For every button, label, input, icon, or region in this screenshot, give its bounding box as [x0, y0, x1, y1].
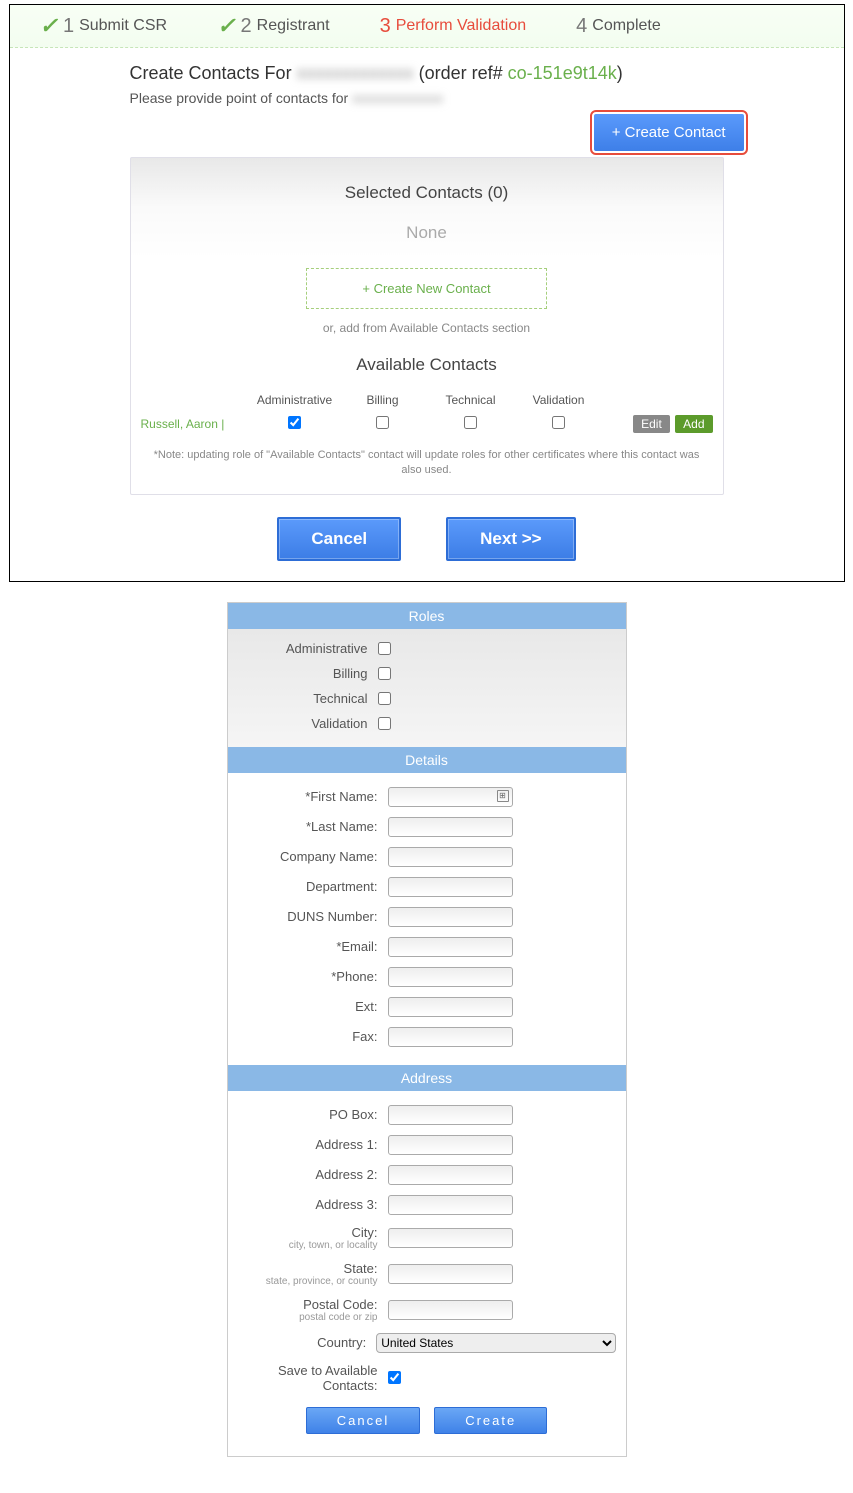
create-new-contact-button[interactable]: + Create New Contact	[306, 268, 546, 309]
check-icon: ✓	[40, 13, 58, 39]
role-technical-label: Technical	[228, 691, 378, 706]
department-field[interactable]	[388, 877, 513, 897]
technical-checkbox[interactable]	[464, 416, 477, 429]
available-contacts-heading: Available Contacts	[141, 355, 713, 375]
step-submit-csr: ✓1 Submit CSR	[40, 13, 168, 39]
last-name-field[interactable]	[388, 817, 513, 837]
admin-checkbox[interactable]	[288, 416, 301, 429]
none-text: None	[141, 223, 713, 243]
postal-code-field[interactable]	[388, 1300, 513, 1320]
create-contact-button[interactable]: + Create Contact	[594, 114, 744, 151]
validation-checkbox[interactable]	[552, 416, 565, 429]
po-box-field[interactable]	[388, 1105, 513, 1125]
address3-field[interactable]	[388, 1195, 513, 1215]
form-cancel-button[interactable]: Cancel	[306, 1407, 420, 1434]
contacts-panel: Selected Contacts (0) None + Create New …	[130, 157, 724, 495]
roles-header: Roles	[228, 603, 626, 629]
contact-row: Russell, Aaron | Edit Add	[141, 415, 713, 433]
state-field[interactable]	[388, 1264, 513, 1284]
address-header: Address	[228, 1065, 626, 1091]
city-field[interactable]	[388, 1228, 513, 1248]
contact-card-icon: ⊞	[497, 790, 509, 802]
form-create-button[interactable]: Create	[434, 1407, 547, 1434]
or-text: or, add from Available Contacts section	[141, 321, 713, 335]
save-to-available-checkbox[interactable]	[388, 1371, 401, 1384]
page-subtitle: Please provide point of contacts for xxx…	[130, 90, 724, 106]
ext-field[interactable]	[388, 997, 513, 1017]
note-text: *Note: updating role of "Available Conta…	[141, 448, 713, 479]
contact-name[interactable]: Russell, Aaron |	[141, 417, 251, 431]
fax-field[interactable]	[388, 1027, 513, 1047]
step-registrant: ✓2 Registrant	[217, 13, 329, 39]
email-field[interactable]	[388, 937, 513, 957]
col-technical: Technical	[427, 393, 515, 407]
selected-contacts-heading: Selected Contacts (0)	[141, 183, 713, 203]
phone-field[interactable]	[388, 967, 513, 987]
step-complete: 4 Complete	[576, 13, 661, 39]
duns-number-field[interactable]	[388, 907, 513, 927]
role-admin-label: Administrative	[228, 641, 378, 656]
next-button[interactable]: Next >>	[446, 517, 575, 561]
billing-checkbox[interactable]	[376, 416, 389, 429]
role-billing-checkbox[interactable]	[378, 667, 391, 680]
country-select[interactable]: United States	[376, 1333, 615, 1353]
col-billing: Billing	[339, 393, 427, 407]
details-header: Details	[228, 747, 626, 773]
address1-field[interactable]	[388, 1135, 513, 1155]
role-admin-checkbox[interactable]	[378, 642, 391, 655]
role-validation-checkbox[interactable]	[378, 717, 391, 730]
col-admin: Administrative	[251, 393, 339, 407]
role-technical-checkbox[interactable]	[378, 692, 391, 705]
contact-form: Roles Administrative Billing Technical V…	[227, 602, 627, 1457]
col-validation: Validation	[515, 393, 603, 407]
edit-button[interactable]: Edit	[633, 415, 670, 433]
add-button[interactable]: Add	[675, 415, 712, 433]
role-billing-label: Billing	[228, 666, 378, 681]
check-icon: ✓	[217, 13, 235, 39]
company-name-field[interactable]	[388, 847, 513, 867]
cancel-button[interactable]: Cancel	[277, 517, 401, 561]
role-validation-label: Validation	[228, 716, 378, 731]
wizard-steps: ✓1 Submit CSR ✓2 Registrant 3 Perform Va…	[10, 5, 844, 48]
page-title: Create Contacts For xxxxxxxxxxxxx (order…	[130, 63, 724, 84]
step-perform-validation: 3 Perform Validation	[380, 13, 527, 39]
address2-field[interactable]	[388, 1165, 513, 1185]
first-name-field[interactable]	[388, 787, 513, 807]
